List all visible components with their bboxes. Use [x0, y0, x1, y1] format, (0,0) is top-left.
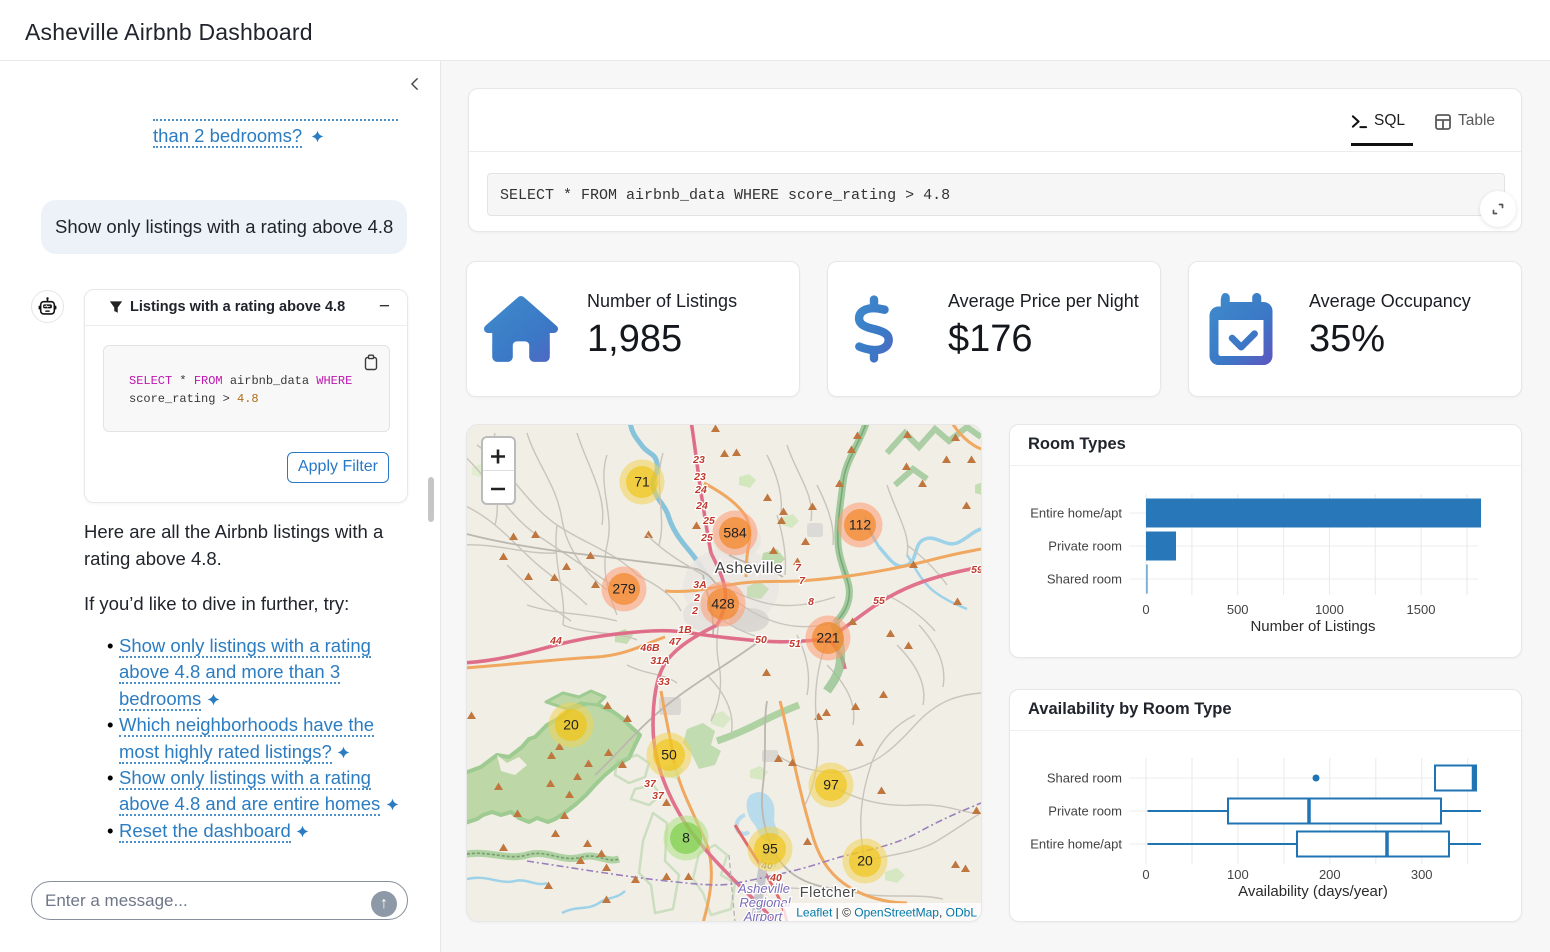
svg-text:100: 100 [1227, 867, 1249, 882]
svg-text:Availability (days/year): Availability (days/year) [1238, 883, 1388, 900]
svg-text:25: 25 [700, 532, 713, 544]
svg-text:71: 71 [634, 474, 650, 490]
svg-text:51: 51 [789, 638, 801, 650]
svg-text:50: 50 [755, 634, 767, 646]
svg-text:37: 37 [644, 778, 657, 790]
svg-text:Fletcher: Fletcher [800, 885, 856, 901]
svg-text:20: 20 [563, 717, 579, 733]
svg-text:428: 428 [711, 596, 735, 612]
svg-text:584: 584 [723, 525, 747, 541]
svg-text:279: 279 [612, 581, 636, 597]
svg-text:2: 2 [691, 605, 698, 617]
svg-text:200: 200 [1319, 867, 1341, 882]
svg-text:0: 0 [1142, 867, 1149, 882]
svg-text:Airport: Airport [743, 909, 784, 921]
svg-text:8: 8 [808, 596, 814, 608]
svg-text:Private room: Private room [1048, 804, 1122, 819]
svg-text:300: 300 [1411, 867, 1433, 882]
svg-text:1000: 1000 [1315, 602, 1344, 617]
svg-text:95: 95 [762, 841, 778, 857]
svg-text:1B: 1B [678, 624, 692, 636]
svg-text:112: 112 [849, 517, 872, 533]
svg-text:Entire home/apt: Entire home/apt [1030, 837, 1122, 852]
svg-text:23: 23 [693, 471, 706, 483]
svg-text:Entire home/apt: Entire home/apt [1030, 506, 1122, 521]
svg-text:25: 25 [702, 515, 715, 527]
svg-text:44: 44 [549, 635, 562, 647]
svg-text:40: 40 [769, 872, 782, 884]
svg-text:97: 97 [823, 777, 839, 793]
svg-text:20: 20 [857, 853, 873, 869]
svg-text:31A: 31A [650, 655, 669, 667]
svg-text:Asheville: Asheville [737, 881, 790, 896]
svg-text:Shared room: Shared room [1047, 572, 1122, 587]
svg-text:47: 47 [668, 636, 682, 648]
svg-text:24: 24 [695, 500, 708, 512]
svg-text:46B: 46B [639, 642, 660, 654]
svg-text:Shared room: Shared room [1047, 771, 1122, 786]
svg-text:Number of Listings: Number of Listings [1250, 618, 1375, 635]
svg-text:59: 59 [971, 564, 981, 576]
svg-text:2: 2 [693, 592, 700, 604]
svg-text:37: 37 [652, 790, 665, 802]
svg-text:24: 24 [694, 484, 707, 496]
svg-text:221: 221 [816, 630, 840, 646]
svg-text:55: 55 [873, 595, 885, 607]
svg-text:500: 500 [1227, 602, 1249, 617]
svg-text:1500: 1500 [1407, 602, 1436, 617]
svg-text:0: 0 [1142, 602, 1149, 617]
svg-text:50: 50 [661, 747, 677, 763]
svg-text:23: 23 [692, 454, 705, 466]
svg-text:Private room: Private room [1048, 539, 1122, 554]
svg-text:Asheville: Asheville [715, 560, 784, 577]
svg-text:8: 8 [682, 830, 690, 846]
svg-text:33: 33 [658, 676, 670, 688]
svg-text:Leaflet | © OpenStreetMap, ODb: Leaflet | © OpenStreetMap, ODbL [796, 906, 977, 920]
svg-text:3A: 3A [693, 579, 706, 591]
